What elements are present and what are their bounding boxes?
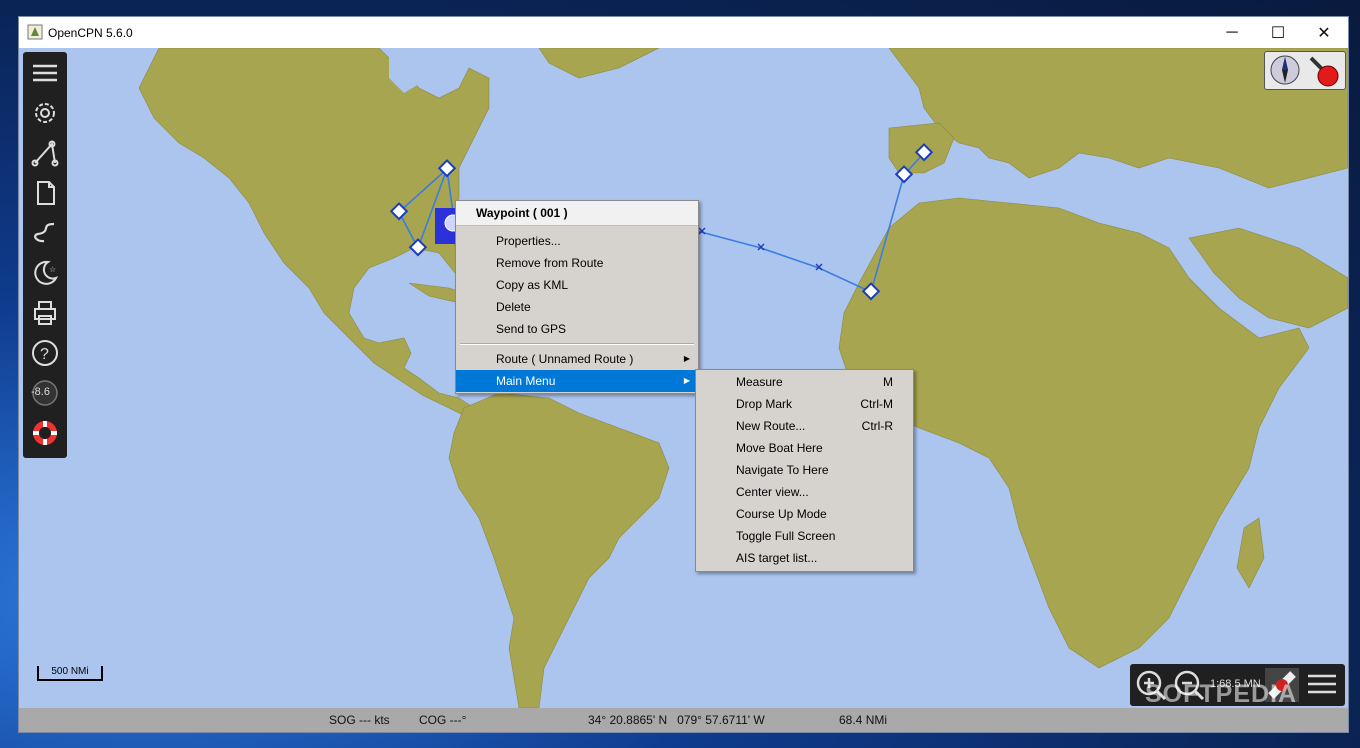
madagascar-land xyxy=(1236,517,1265,589)
gps-status-icon xyxy=(1309,56,1339,87)
status-cog: COG ---° xyxy=(419,713,467,727)
greenland-land xyxy=(538,48,660,79)
submenu-arrow-icon: ▶ xyxy=(683,354,690,363)
main-submenu: Measure M Drop Mark Ctrl-M New Route... Ctr… xyxy=(695,369,914,572)
main-toolbar: ☆ ? -8.6 xyxy=(23,52,67,458)
status-distance: 68.4 NMi xyxy=(839,713,888,727)
submenu-item-course-up-mode[interactable]: Course Up Mode xyxy=(696,503,913,525)
south-america-land xyxy=(448,392,670,708)
chart-canvas[interactable]: ☆ ? -8.6 500 NMi 1:68.5 MN Waypoint (00… xyxy=(19,48,1348,708)
print-icon[interactable] xyxy=(28,296,62,330)
status-bar: SOG --- kts COG ---° 34° 20.8865' N 079°… xyxy=(19,708,1348,732)
scale-bar-label: 500 NMi xyxy=(51,666,89,677)
submenu-item-navigate-to-here[interactable]: Navigate To Here xyxy=(696,459,913,481)
main-menu-label: Main Menu xyxy=(496,374,556,388)
maximize-button[interactable]: ☐ xyxy=(1255,17,1301,48)
item-label: New Route... xyxy=(736,419,806,433)
submenu-item-new-route[interactable]: New Route... Ctrl-R xyxy=(696,415,913,437)
route-tool-icon[interactable] xyxy=(28,136,62,170)
submenu-item-center-view[interactable]: Center view... xyxy=(696,481,913,503)
submenu-item-measure[interactable]: Measure M xyxy=(696,371,913,393)
tide-current-icon[interactable]: -8.6 xyxy=(28,376,62,410)
status-cursor-position: 34° 20.8865' N 079° 57.6711' W xyxy=(588,713,765,727)
item-label: Move Boat Here xyxy=(736,441,823,455)
softpedia-watermark: SOFTPEDIA xyxy=(1145,680,1298,708)
submenu-item-toggle-full-screen[interactable]: Toggle Full Screen xyxy=(696,525,913,547)
item-shortcut: M xyxy=(883,375,893,389)
minimize-button[interactable]: ─ xyxy=(1209,17,1255,48)
hamburger-menu-icon[interactable] xyxy=(28,56,62,90)
menu-item-main-menu[interactable]: Main Menu ▶ xyxy=(456,370,698,392)
item-shortcut: Ctrl-M xyxy=(860,397,893,411)
app-window: OpenCPN 5.6.0 ─ ☐ ✕ ☆ ? -8.6 500 NMi 1:6… xyxy=(19,17,1348,732)
help-icon[interactable]: ? xyxy=(28,336,62,370)
svg-text:☆: ☆ xyxy=(49,265,56,274)
item-label: Center view... xyxy=(736,485,809,499)
submenu-arrow-icon: ▶ xyxy=(683,376,690,385)
item-label: Course Up Mode xyxy=(736,507,827,521)
night-mode-icon[interactable]: ☆ xyxy=(28,256,62,290)
status-sog: SOG --- kts xyxy=(329,713,390,727)
menu-separator xyxy=(460,343,694,345)
menu-item-send-to-gps[interactable]: Send to GPS xyxy=(456,318,698,340)
route-submenu-label: Route ( Unnamed Route ) xyxy=(496,352,634,366)
route-manager-icon[interactable] xyxy=(28,176,62,210)
submenu-item-ais-target-list[interactable]: AIS target list... xyxy=(696,547,913,569)
item-label: Navigate To Here xyxy=(736,463,829,477)
mob-lifebuoy-icon[interactable] xyxy=(28,416,62,450)
menu-item-properties[interactable]: Properties... xyxy=(456,230,698,252)
item-shortcut: Ctrl-R xyxy=(861,419,893,433)
waypoint-context-menu: Waypoint ( 001 ) Properties... Remove fr… xyxy=(455,200,699,394)
menu-item-delete[interactable]: Delete xyxy=(456,296,698,318)
item-label: Toggle Full Screen xyxy=(736,529,836,543)
close-button[interactable]: ✕ xyxy=(1301,17,1347,48)
context-menu-header: Waypoint ( 001 ) xyxy=(456,201,698,226)
menu-item-route-submenu[interactable]: Route ( Unnamed Route ) ▶ xyxy=(456,348,698,370)
settings-gear-icon[interactable] xyxy=(28,96,62,130)
window-title: OpenCPN 5.6.0 xyxy=(48,26,133,40)
submenu-item-drop-mark[interactable]: Drop Mark Ctrl-M xyxy=(696,393,913,415)
item-label: Drop Mark xyxy=(736,397,793,411)
compass-gps-status[interactable] xyxy=(1264,51,1346,90)
submenu-item-move-boat-here[interactable]: Move Boat Here xyxy=(696,437,913,459)
tide-current-label: -8.6 xyxy=(31,386,50,398)
quilt-menu-icon[interactable] xyxy=(1305,668,1339,702)
title-bar[interactable]: OpenCPN 5.6.0 ─ ☐ ✕ xyxy=(19,17,1348,48)
opencpn-app-icon xyxy=(27,24,43,40)
compass-icon xyxy=(1270,55,1300,85)
item-label: AIS target list... xyxy=(736,551,818,565)
item-label: Measure xyxy=(736,375,783,389)
menu-item-copy-as-kml[interactable]: Copy as KML xyxy=(456,274,698,296)
menu-item-remove-from-route[interactable]: Remove from Route xyxy=(456,252,698,274)
track-icon[interactable] xyxy=(28,216,62,250)
svg-text:?: ? xyxy=(40,346,49,363)
scale-bar: 500 NMi xyxy=(37,664,103,682)
